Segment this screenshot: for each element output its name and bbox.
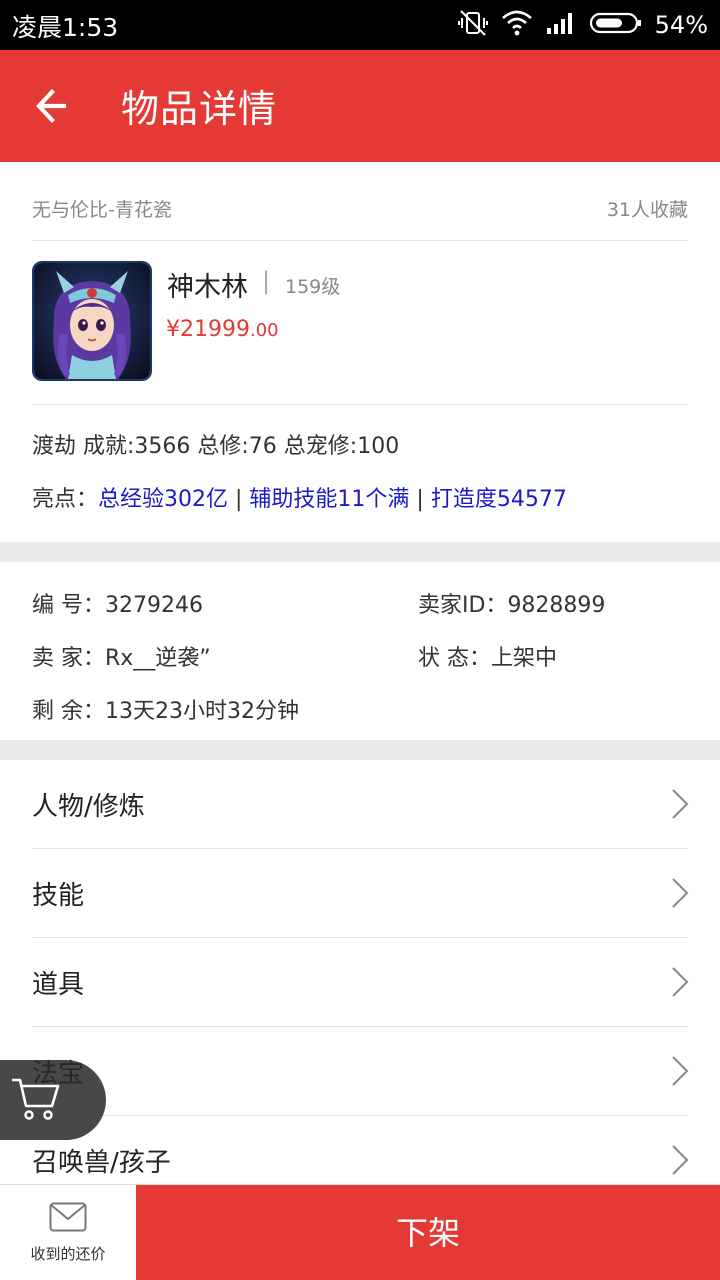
chevron-right-icon (672, 1056, 689, 1086)
menu-item-magic-treasure[interactable]: 法宝 (0, 1027, 720, 1116)
divider (32, 404, 688, 405)
menu-item-summons-children[interactable]: 召唤兽/孩子 (0, 1116, 720, 1184)
battery-percentage: 54% (654, 11, 708, 39)
item-number-label: 编 号： (32, 593, 105, 618)
section-gap (0, 740, 720, 760)
battery-icon (589, 11, 643, 39)
item-summary: 无与伦比-青花瓷 31人收藏 神木林 | 159级 ¥21999.00 渡劫 成… (0, 162, 720, 542)
menu-item-items[interactable]: 道具 (0, 938, 720, 1027)
remaining-value: 13天23小时32分钟 (105, 699, 299, 724)
character-level: 159级 (285, 276, 341, 298)
highlight-total-exp[interactable]: 总经验302亿 (98, 487, 228, 512)
menu-item-character-cultivation[interactable]: 人物/修炼 (0, 760, 720, 849)
character-avatar[interactable] (32, 261, 152, 381)
chevron-right-icon (672, 967, 689, 997)
highlight-separator: | (228, 487, 250, 512)
item-number-value: 3279246 (105, 593, 203, 618)
highlight-support-skills[interactable]: 辅助技能11个满 (249, 487, 409, 512)
content-scroll[interactable]: 无与伦比-青花瓷 31人收藏 神木林 | 159级 ¥21999.00 渡劫 成… (0, 162, 720, 1184)
back-arrow-icon (36, 89, 67, 123)
menu-item-label: 人物/修炼 (32, 792, 145, 822)
chevron-right-icon (672, 878, 689, 908)
status-label: 状 态： (418, 646, 491, 671)
status-bar: 凌晨1:53 54% (0, 0, 720, 50)
seller-label: 卖 家： (32, 646, 105, 671)
highlights-label: 亮点： (32, 487, 99, 512)
menu-item-label: 技能 (32, 881, 85, 911)
signal-icon (545, 10, 577, 40)
app-bar: 物品详情 (0, 50, 720, 162)
status-value: 上架中 (491, 646, 558, 671)
menu-item-label: 召唤兽/孩子 (32, 1148, 171, 1178)
seller-id: 卖家ID：9828899 (418, 587, 605, 619)
menu-item-skills[interactable]: 技能 (0, 849, 720, 938)
highlights-line: 亮点：总经验302亿 | 辅助技能11个满 | 打造度54577 (32, 481, 567, 513)
section-gap (0, 542, 720, 562)
favorites-count: 31人收藏 (606, 199, 688, 221)
menu-item-label: 道具 (32, 970, 85, 1000)
name-separator: | (262, 267, 271, 295)
detail-menu: 人物/修炼 技能 道具 法宝 召唤兽/孩子 (0, 760, 720, 1184)
wifi-icon (501, 10, 533, 40)
chevron-right-icon (672, 1145, 689, 1175)
floating-cart-button[interactable] (0, 1060, 106, 1140)
price-main: ¥21999 (166, 317, 250, 342)
page-title: 物品详情 (121, 87, 278, 131)
server-name: 无与伦比-青花瓷 (32, 199, 172, 221)
trade-info: 编 号：3279246 卖家ID：9828899 卖 家：Rx__逆袭” 状 态… (0, 562, 720, 740)
seller-value: Rx__逆袭” (105, 646, 211, 671)
status-time: 凌晨1:53 (12, 13, 119, 42)
received-offers-button[interactable]: 收到的还价 (0, 1185, 136, 1280)
bottom-action-bar: 收到的还价 下架 (0, 1184, 720, 1280)
seller-id-label: 卖家ID： (418, 593, 508, 618)
seller: 卖 家：Rx__逆袭” (32, 640, 211, 672)
chevron-right-icon (672, 789, 689, 819)
remaining-label: 剩 余： (32, 699, 105, 724)
delist-button[interactable]: 下架 (136, 1185, 720, 1280)
achievements-line: 渡劫 成就:3566 总修:76 总宠修:100 (32, 434, 400, 459)
item-number: 编 号：3279246 (32, 587, 203, 619)
shopping-cart-icon (12, 1078, 60, 1120)
listing-status: 状 态：上架中 (418, 640, 557, 672)
vibrate-off-icon (457, 9, 489, 41)
back-button[interactable] (28, 80, 80, 132)
status-icons: 54% (457, 8, 708, 42)
received-offers-label: 收到的还价 (30, 1245, 106, 1263)
character-name: 神木林 (167, 272, 248, 303)
highlight-forging[interactable]: 打造度54577 (431, 487, 567, 512)
divider (32, 240, 688, 241)
remaining-time: 剩 余：13天23小时32分钟 (32, 693, 299, 725)
highlight-separator: | (409, 487, 431, 512)
price: ¥21999.00 (166, 317, 279, 342)
price-decimal: .00 (249, 320, 279, 341)
mail-icon (49, 1202, 87, 1232)
seller-id-value: 9828899 (507, 593, 606, 618)
